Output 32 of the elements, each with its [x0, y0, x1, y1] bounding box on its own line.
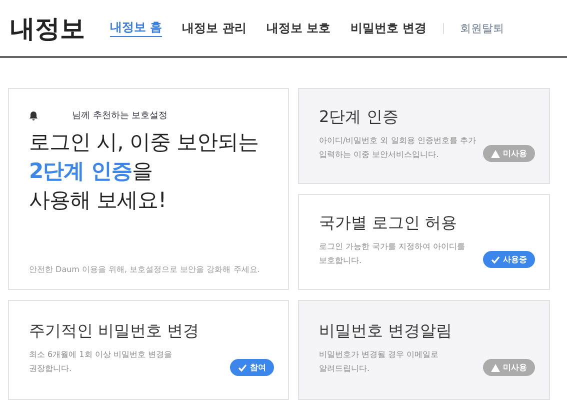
status-badge: 미사용: [483, 359, 535, 376]
warning-icon: [491, 150, 500, 158]
hero-note: 안전한 Daum 이용을 위해, 보호설정으로 보안을 강화해 주세요.: [29, 264, 260, 275]
status-badge: 참여: [230, 359, 274, 376]
status-badge: 미사용: [483, 145, 535, 162]
card-description: 아이디/비밀번호 외 일회용 인증번호를 추가 입력하는 이중 보안서비스입니다.: [319, 135, 477, 161]
card-title: 국가별 로그인 허용: [319, 213, 458, 234]
headline-line: 2단계 인증을: [29, 158, 154, 185]
bell-icon: [29, 110, 38, 120]
setting-card[interactable]: 주기적인 비밀번호 변경 최소 6개월에 1회 이상 비밀번호 변경을 권장합니다. 참여: [8, 300, 289, 400]
warning-icon: [491, 364, 500, 372]
setting-card[interactable]: 국가별 로그인 허용 로그인 가능한 국가를 지정하여 아이디를 보호합니다. 사용중: [298, 194, 550, 290]
headline-line: 사용해 보세요!: [29, 187, 168, 214]
setting-card[interactable]: 2단계 인증 아이디/비밀번호 외 일회용 인증번호를 추가 입력하는 이중 보안서비스입니다. 미사용: [298, 88, 550, 184]
card-title: 주기적인 비밀번호 변경: [29, 321, 200, 342]
check-icon: [491, 256, 500, 264]
card-title: 2단계 인증: [319, 107, 400, 128]
status-badge: 사용중: [483, 251, 535, 268]
card-description: 로그인 가능한 국가를 지정하여 아이디를 보호합니다.: [319, 241, 466, 267]
recommendation-label: 님께 추천하는 보호설정: [72, 110, 168, 122]
withdraw-link[interactable]: 회원탈퇴: [460, 20, 504, 36]
nav-tab[interactable]: 내정보 홈: [110, 19, 162, 37]
card-title: 비밀번호 변경알림: [319, 321, 454, 342]
card-description: 비밀번호가 변경될 경우 이메일로 알려드립니다.: [319, 349, 440, 375]
headline-line: 로그인 시, 이중 보안되는: [29, 129, 260, 156]
page-title: 내정보: [10, 12, 86, 44]
nav-tab[interactable]: 비밀번호 변경: [350, 20, 427, 36]
nav-tab[interactable]: 내정보 보호: [266, 20, 331, 36]
card-description: 최소 6개월에 1회 이상 비밀번호 변경을 권장합니다.: [29, 349, 173, 375]
setting-card[interactable]: 비밀번호 변경알림 비밀번호가 변경될 경우 이메일로 알려드립니다. 미사용: [298, 300, 550, 400]
check-icon: [238, 364, 247, 372]
nav-tab[interactable]: 내정보 관리: [182, 20, 246, 36]
